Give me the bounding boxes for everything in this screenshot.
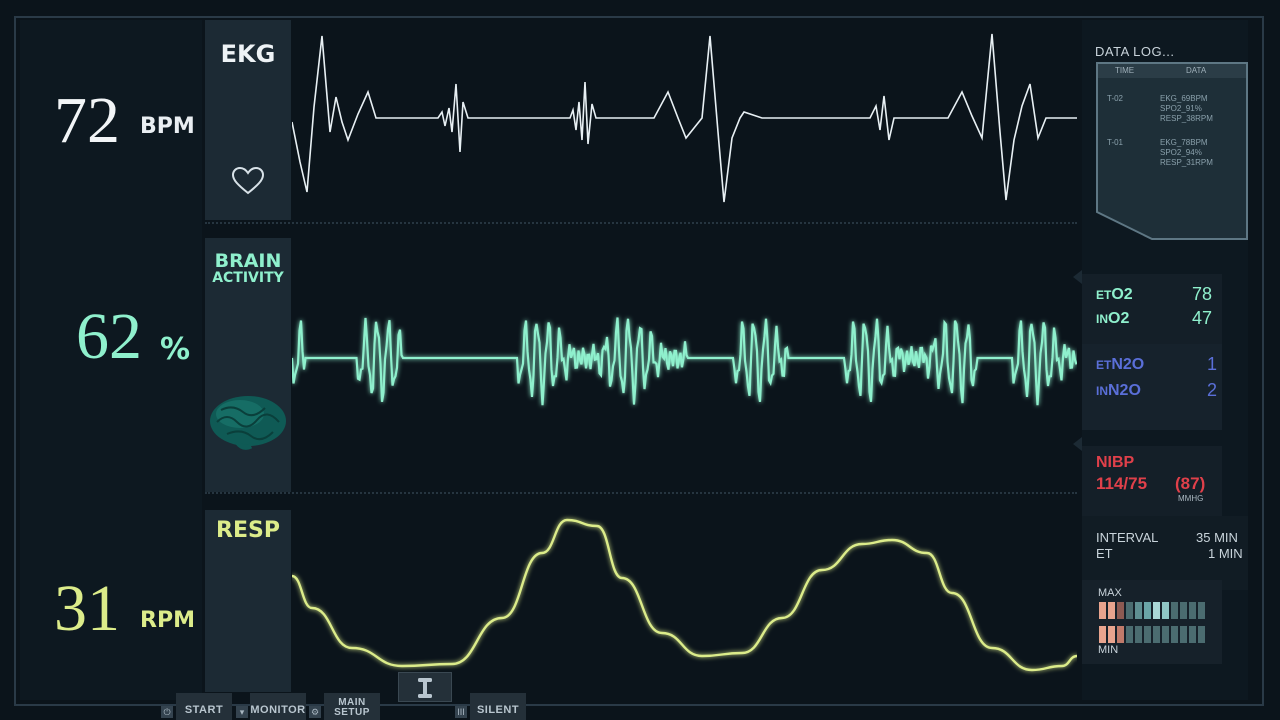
- et-n2o-label: ETN2O: [1096, 356, 1145, 373]
- main-setup-label: SETUP: [334, 707, 370, 718]
- et-label: ET: [1096, 546, 1113, 561]
- resp-label-panel: RESP: [205, 510, 291, 692]
- activity-label: ACTIVITY: [212, 270, 284, 286]
- brain-activity-unit: %: [160, 332, 191, 367]
- log-line: RESP_31RPM: [1160, 158, 1213, 167]
- range-bar-max: [1153, 602, 1160, 619]
- nibp-value: 114/75: [1096, 474, 1148, 493]
- log-line: EKG_69BPM: [1160, 94, 1208, 103]
- nibp-unit: MMHG: [1178, 494, 1204, 503]
- log-entry-time: T-02: [1107, 94, 1124, 103]
- range-bar-max: [1198, 602, 1205, 619]
- et-o2-label: ETO2: [1096, 286, 1133, 303]
- log-line: SPO2_91%: [1160, 104, 1202, 113]
- silent-icon[interactable]: III: [455, 706, 467, 718]
- brain-activity-readout: 62 %: [20, 304, 202, 384]
- data-log-time-header: TIME: [1115, 66, 1135, 75]
- log-entry-time: T-01: [1107, 138, 1124, 147]
- in-o2-value: 47: [1192, 308, 1213, 328]
- resp-rate-value: 31: [54, 572, 120, 645]
- interval-box: INTERVAL 35 MIN ET 1 MIN: [1082, 516, 1248, 590]
- range-bar-min: [1099, 626, 1106, 643]
- brain-separator: [205, 492, 1077, 494]
- ekg-label-panel: EKG: [205, 20, 291, 220]
- power-icon[interactable]: ⏻: [161, 706, 173, 718]
- ekg-trace: [292, 33, 1077, 203]
- heart-rate-readout: 72 BPM: [20, 88, 202, 168]
- settings-icon[interactable]: ⚙: [309, 706, 321, 718]
- resp-label: RESP: [216, 518, 280, 543]
- range-bar-max: [1189, 602, 1196, 619]
- range-bar-max: [1180, 602, 1187, 619]
- range-bar-min: [1171, 626, 1178, 643]
- range-box: MAX MIN: [1082, 580, 1222, 664]
- resp-rate-readout: 31 RPM: [20, 576, 202, 656]
- ekg-separator: [205, 222, 1077, 224]
- nibp-label: NIBP: [1096, 454, 1135, 471]
- parameters-panel: DATA LOG... TIME DATA T-02 EKG_69BPM SPO…: [1082, 20, 1248, 700]
- min-label: MIN: [1098, 644, 1119, 656]
- log-line: EKG_78BPM: [1160, 138, 1208, 147]
- resp-rate-unit: RPM: [140, 608, 195, 633]
- max-label: MAX: [1098, 587, 1122, 599]
- log-entry-data: EKG_69BPM SPO2_91% RESP_38RPM: [1160, 94, 1213, 124]
- et-o2-value: 78: [1192, 284, 1213, 304]
- range-bar-max: [1108, 602, 1115, 619]
- vitals-panel: 72 BPM 62 % 31 RPM: [20, 20, 202, 700]
- log-entry-data: EKG_78BPM SPO2_94% RESP_31RPM: [1160, 138, 1213, 168]
- range-bar-max: [1126, 602, 1133, 619]
- range-bar-min: [1189, 626, 1196, 643]
- range-bar-min: [1126, 626, 1133, 643]
- range-bar-min: [1198, 626, 1205, 643]
- range-bar-max: [1117, 602, 1124, 619]
- n2o-box: ETN2O 1 INN2O 2: [1082, 344, 1222, 430]
- log-line: RESP_38RPM: [1160, 114, 1213, 123]
- hourglass-button[interactable]: [398, 672, 452, 702]
- in-n2o-label: INN2O: [1096, 382, 1141, 399]
- log-line: SPO2_94%: [1160, 148, 1202, 157]
- range-bar-min: [1144, 626, 1151, 643]
- ekg-waveform: [292, 33, 1077, 203]
- silent-button[interactable]: SILENT: [470, 693, 526, 720]
- range-bar-max: [1144, 602, 1151, 619]
- resp-waveform: [292, 518, 1077, 672]
- brain-trace: [292, 317, 1077, 406]
- nibp-mean: (87): [1175, 474, 1206, 493]
- range-bar-max: [1162, 602, 1169, 619]
- range-bar-min: [1180, 626, 1187, 643]
- nibp-pointer: [1073, 437, 1082, 451]
- o2-pointer: [1073, 270, 1082, 284]
- brain-activity-value: 62: [76, 300, 142, 373]
- et-value: 1 MIN: [1208, 546, 1243, 561]
- monitor-icon[interactable]: ▾: [236, 706, 248, 718]
- et-n2o-value: 1: [1207, 354, 1218, 374]
- range-bar-min: [1108, 626, 1115, 643]
- range-bar-max: [1135, 602, 1142, 619]
- heart-rate-value: 72: [54, 84, 120, 157]
- range-bar-max: [1099, 602, 1106, 619]
- range-bar-max: [1171, 602, 1178, 619]
- range-bar-min: [1135, 626, 1142, 643]
- range-bar-min: [1153, 626, 1160, 643]
- brain-waveform: [292, 317, 1077, 406]
- ekg-label: EKG: [220, 40, 276, 68]
- in-n2o-value: 2: [1207, 380, 1218, 400]
- hourglass-icon: [418, 678, 432, 698]
- brain-label: BRAIN: [214, 250, 282, 272]
- main-setup-button[interactable]: MAIN SETUP: [324, 693, 380, 720]
- data-log-title: DATA LOG...: [1095, 44, 1175, 59]
- range-bar-min: [1117, 626, 1124, 643]
- heart-rate-unit: BPM: [140, 114, 195, 139]
- interval-label: INTERVAL: [1096, 530, 1159, 545]
- brain-icon: [210, 396, 286, 450]
- start-button[interactable]: START: [176, 693, 232, 720]
- resp-trace: [292, 518, 1077, 672]
- range-bar-min: [1162, 626, 1169, 643]
- data-log-data-header: DATA: [1186, 66, 1207, 75]
- brain-label-panel: BRAIN ACTIVITY: [205, 238, 291, 492]
- heart-icon: [231, 166, 265, 195]
- interval-value: 35 MIN: [1196, 530, 1238, 545]
- in-o2-label: INO2: [1096, 310, 1130, 327]
- monitor-button[interactable]: MONITOR: [250, 693, 306, 720]
